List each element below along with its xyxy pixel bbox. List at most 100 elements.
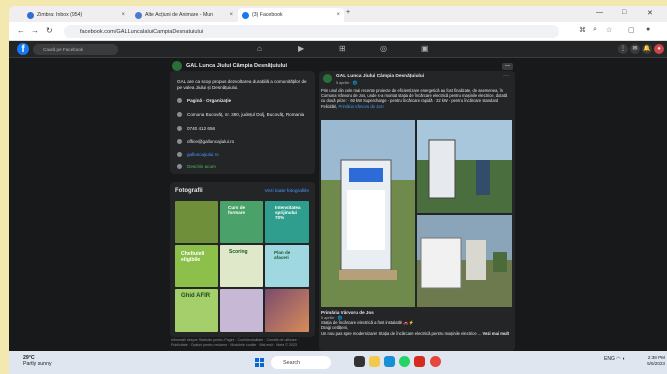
pdf-icon[interactable] <box>414 356 425 367</box>
start-icon[interactable] <box>255 358 264 367</box>
notifications-icon[interactable]: 🔔 <box>642 44 652 54</box>
facebook-logo-icon[interactable]: f <box>17 43 29 55</box>
photo-caption: Ghid AFIR <box>181 293 211 299</box>
intro-card: GAL are ca scop propus dezvoltarea durab… <box>170 71 315 174</box>
new-tab-button[interactable]: + <box>346 9 350 16</box>
clock-icon <box>177 164 182 169</box>
tab-label: (3) Facebook <box>252 12 283 18</box>
photo-tile[interactable]: Plan de afaceri <box>265 245 309 287</box>
video-icon[interactable]: ▶ <box>298 44 304 53</box>
info-text: Comuna Bucovăț, nr. 380, județul Dolj, B… <box>187 112 305 117</box>
wifi-icon[interactable]: ◠ <box>616 356 620 362</box>
edge-icon[interactable] <box>384 356 395 367</box>
photo-caption: Plan de afaceri <box>274 250 291 260</box>
tab-label: Zimbra: Inbox (954) <box>37 12 83 18</box>
maximize-icon[interactable]: □ <box>622 9 626 16</box>
tab-facebook[interactable]: (3) Facebook × <box>238 8 344 22</box>
photo-tile[interactable]: Curs de formare <box>220 201 263 243</box>
volume-icon[interactable]: ◖ <box>622 356 625 362</box>
close-window-icon[interactable]: ✕ <box>647 9 653 17</box>
gaming-icon[interactable]: ▣ <box>421 44 429 53</box>
facebook-search-input[interactable]: Caută pe Facebook <box>33 44 118 55</box>
language-indicator[interactable]: ENG <box>604 356 615 362</box>
post-date[interactable]: 5 aprilie · 🌐 <box>336 80 424 85</box>
info-icon <box>177 98 182 103</box>
chrome-icon[interactable] <box>430 356 441 367</box>
see-all-photos-link[interactable]: Vezi toate fotografiile <box>264 189 309 194</box>
taskbar-clock[interactable]: 2:38 PM 5/6/2023 <box>647 355 665 367</box>
author-avatar[interactable] <box>323 74 332 83</box>
tab-animare[interactable]: Alte Acțiuni de Animare - Mun × <box>131 8 237 22</box>
file-explorer-icon[interactable] <box>369 356 380 367</box>
website-link[interactable]: galluncajiului.ro <box>187 152 219 157</box>
page-avatar <box>172 60 182 71</box>
info-hours[interactable]: Deschis acum <box>177 164 216 169</box>
info-text: office@galluncajiului.ro <box>187 139 235 144</box>
close-icon[interactable]: × <box>336 12 340 18</box>
zimbra-icon <box>27 11 34 19</box>
home-icon[interactable]: ⌂ <box>257 44 262 53</box>
whatsapp-icon[interactable] <box>399 356 410 367</box>
photo-tile[interactable] <box>265 289 309 332</box>
photos-card: Fotografii Vezi toate fotografiile Curs … <box>170 182 315 337</box>
see-more-link[interactable]: Vezi mai mult <box>483 331 510 336</box>
tab-zimbra[interactable]: Zimbra: Inbox (954) × <box>23 8 129 22</box>
photos-title: Fotografii <box>175 188 203 194</box>
browser-tab-strip: Zimbra: Inbox (954) × Alte Acțiuni de An… <box>9 6 667 22</box>
info-website[interactable]: galluncajiului.ro <box>177 152 219 157</box>
messenger-icon[interactable]: ✉ <box>630 44 640 54</box>
email-icon <box>177 139 182 144</box>
intro-text: GAL are ca scop propus dezvoltarea durab… <box>177 79 307 90</box>
address-bar-row: ← → ↻ facebook.com/GALLuncaIaluiCampiaDe… <box>9 22 667 41</box>
facebook-navbar: f Caută pe Facebook ⌂ ▶ ⊞ ◎ ▣ ⋮ ✉ 🔔 ● <box>9 41 667 58</box>
marketplace-icon[interactable]: ⊞ <box>339 44 346 53</box>
avatar[interactable]: ● <box>654 44 664 54</box>
info-category: Pagină · Organizație <box>177 98 231 103</box>
zoom-icon[interactable]: ⌕ <box>593 26 597 34</box>
post-mention-link[interactable]: Primăria Vârvoru de Jos! <box>339 104 384 109</box>
post-text: Prin unul din cele mai recente proiecte … <box>321 88 511 109</box>
close-icon[interactable]: — <box>502 63 513 70</box>
windows-taskbar: 29°C Partly sunny Search ENG ◠ ◖ 2:38 PM… <box>9 351 667 374</box>
translate-icon[interactable]: ⌘ <box>579 26 586 34</box>
minimize-icon[interactable]: — <box>596 9 603 16</box>
post-author[interactable]: GAL Lunca Jiului Câmpia Desnățuiului <box>336 74 424 79</box>
menu-icon[interactable]: ⋮ <box>618 44 628 54</box>
info-email: office@galluncajiului.ro <box>177 139 234 144</box>
phone-icon <box>177 126 182 131</box>
task-view-icon[interactable] <box>354 356 365 367</box>
info-text: 0740 412 656 <box>187 126 216 131</box>
info-address: Comuna Bucovăț, nr. 380, județul Dolj, B… <box>177 112 304 117</box>
weather-text: Partly sunny <box>23 361 52 367</box>
back-icon[interactable]: ← <box>17 26 25 35</box>
info-text: Pagină · Organizație <box>187 98 232 103</box>
photo-tile[interactable]: Intensitatea sprijinului 70% <box>265 201 309 243</box>
location-icon <box>177 112 182 117</box>
extensions-icon[interactable]: ▢ <box>628 26 635 34</box>
photo-tile[interactable] <box>220 289 263 332</box>
photo-tile[interactable]: Cheltuieli eligibile <box>175 245 218 287</box>
photo-caption: Scoring <box>229 249 248 255</box>
weather-widget[interactable]: 29°C Partly sunny <box>23 355 52 367</box>
url-input[interactable]: facebook.com/GALLuncaIaluiCampiaDesnatui… <box>64 25 559 38</box>
system-tray[interactable]: ENG ◠ ◖ <box>604 356 625 362</box>
reload-icon[interactable]: ↻ <box>46 26 53 35</box>
info-phone: 0740 412 656 <box>177 126 215 131</box>
photo-tile[interactable]: Scoring <box>220 245 263 287</box>
post-header: GAL Lunca Jiului Câmpia Desnățuiului 5 a… <box>323 74 424 85</box>
photo-tile[interactable]: Ghid AFIR <box>175 289 218 332</box>
facebook-icon <box>242 11 249 19</box>
bookmark-star-icon[interactable]: ☆ <box>606 26 612 34</box>
post-card: GAL Lunca Jiului Câmpia Desnățuiului 5 a… <box>319 71 515 351</box>
more-options-icon[interactable]: ··· <box>503 73 509 79</box>
photo-caption: Curs de formare <box>228 205 246 215</box>
close-icon[interactable]: × <box>229 12 233 18</box>
photo-tile[interactable] <box>175 201 218 243</box>
groups-icon[interactable]: ◎ <box>380 44 387 53</box>
post-photos[interactable] <box>321 120 512 307</box>
taskbar-search[interactable]: Search <box>271 356 331 369</box>
search-placeholder: Caută pe Facebook <box>43 47 84 52</box>
close-icon[interactable]: × <box>121 12 125 18</box>
profile-icon[interactable]: ● <box>646 26 650 33</box>
forward-icon[interactable]: → <box>31 26 39 35</box>
